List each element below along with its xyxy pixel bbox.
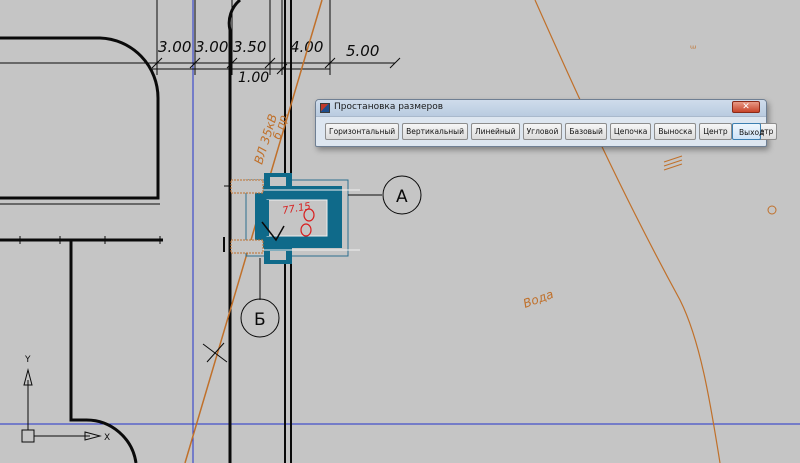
dimension-label: 3.00 xyxy=(195,38,228,56)
chain-dimension-button[interactable]: Цепочка xyxy=(609,123,652,140)
dialog-title-bar[interactable]: Простановка размеров ✕ xyxy=(316,100,766,117)
river-curve xyxy=(534,0,721,463)
building-outline xyxy=(0,36,163,463)
center-mark-button[interactable]: Центр xyxy=(699,123,732,140)
dimension-tool-buttons: Горизонтальный Вертикальный Линейный Угл… xyxy=(325,123,778,140)
ucs-y-label: Y xyxy=(24,355,31,365)
dimensioning-dialog[interactable]: Простановка размеров ✕ Горизонтальный Ве… xyxy=(315,99,778,147)
close-icon[interactable]: ✕ xyxy=(732,101,760,113)
baseline-dimension-button[interactable]: Базовый xyxy=(565,123,607,140)
dimension-label: 3.00 xyxy=(158,38,191,56)
linear-dimension-button[interactable]: Линейный xyxy=(470,123,520,140)
water-label: Вода xyxy=(521,287,555,311)
vegetation-symbol: ᵚ xyxy=(690,44,696,55)
dialog-title: Простановка размеров xyxy=(334,102,444,112)
leader-button[interactable]: Выноска xyxy=(654,123,697,140)
hatch-mark xyxy=(663,155,683,171)
structure-block xyxy=(223,173,360,264)
point-marker xyxy=(767,205,777,215)
axis-label-a: А xyxy=(396,187,408,207)
dimension-label: 1.00 xyxy=(238,70,269,86)
ucs-x-label: X xyxy=(104,433,110,443)
dimension-label: 5.00 xyxy=(346,42,379,60)
dimension-label: 3.50 xyxy=(233,38,266,56)
app-icon xyxy=(320,103,330,113)
vertical-dimension-button[interactable]: Вертикальный xyxy=(402,123,468,140)
angular-dimension-button[interactable]: Угловой xyxy=(522,123,563,140)
axis-label-b: Б xyxy=(254,310,266,330)
ucs-icon xyxy=(21,368,102,443)
exit-button[interactable]: Выход xyxy=(732,123,764,140)
horizontal-dimension-button[interactable]: Горизонтальный xyxy=(325,123,400,140)
drawing-canvas[interactable]: 3.00 3.00 3.50 4.00 5.00 1.00 ВЛ 35кВ б … xyxy=(0,0,800,463)
